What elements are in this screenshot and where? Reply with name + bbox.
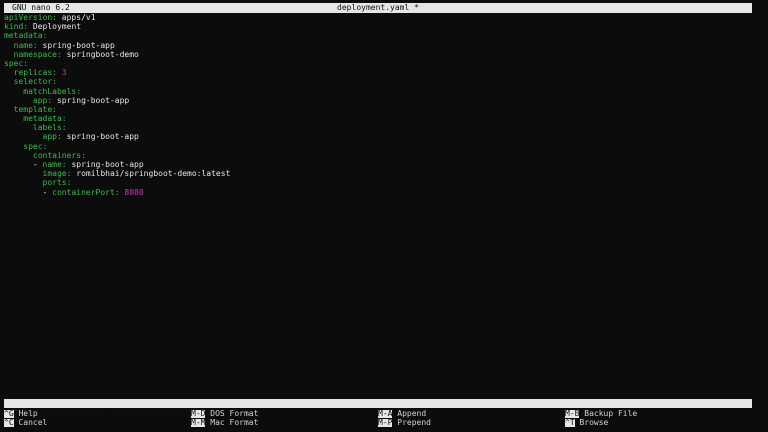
shortcut-dos-format[interactable]: M-D DOS Format [191,409,258,418]
code-line[interactable]: namespace: springboot-demo [4,50,752,59]
shortcut-row: ^C Cancel M-M Mac Format M-P Prepend ^T Bro… [4,418,764,427]
yaml-value: spring-boot-app [37,40,115,50]
code-line[interactable]: spec: [4,142,752,151]
shortcut-key: M-A [378,409,393,418]
yaml-key: app: [4,132,62,142]
code-line[interactable]: ports: [4,178,752,187]
shortcut-prepend[interactable]: M-P Prepend [378,418,431,427]
yaml-value: - [4,160,43,169]
yaml-key: apiVersion: [4,13,57,22]
shortcut-backup-file[interactable]: M-B Backup File [565,409,637,418]
yaml-value: spring-boot-app [52,95,130,105]
yaml-key: replicas: [4,68,57,78]
yaml-value: Deployment [28,22,82,32]
yaml-number: 3 [56,68,67,78]
yaml-value: romilbhai/springboot-demo:latest [71,169,231,179]
yaml-number: 8080 [119,187,144,197]
shortcut-key: M-D [191,409,206,418]
code-line[interactable]: template: [4,105,752,114]
shortcut-key: M-B [565,409,580,418]
shortcut-key: ^T [565,418,575,427]
shortcut-key: M-M [191,418,206,427]
yaml-key: metadata: [4,114,67,124]
code-line[interactable]: image: romilbhai/springboot-demo:latest [4,169,752,178]
yaml-key: spec: [4,141,48,151]
code-line[interactable]: selector: [4,77,752,86]
yaml-value: - [4,187,53,197]
editor-area[interactable]: apiVersion: apps/v1 kind: Deployment metad… [4,13,752,197]
code-line[interactable]: metadata: [4,114,752,123]
yaml-value: springboot-demo [61,49,139,59]
yaml-key: template: [4,104,57,114]
shortcut-label: Help [13,409,38,418]
file-title: deployment.yaml * [337,3,419,12]
code-line[interactable]: labels: [4,123,752,132]
yaml-key: spec: [4,58,29,68]
code-line[interactable]: - containerPort: 8080 [4,188,752,197]
yaml-key: app: [4,95,53,105]
code-line[interactable]: kind: Deployment [4,22,752,31]
shortcut-key: M-P [378,418,393,427]
yaml-value: apps/v1 [56,13,96,22]
code-line[interactable]: replicas: 3 [4,68,752,77]
yaml-key: metadata: [4,31,48,41]
yaml-key: kind: [4,22,29,32]
yaml-key: labels: [4,123,67,133]
shortcut-label: Prepend [392,418,431,427]
shortcut-label: Backup File [579,409,638,418]
shortcut-label: Mac Format [205,418,259,427]
save-prompt[interactable]: File Name to Write: deployment.yaml [4,399,752,417]
shortcut-key: ^G [4,409,14,418]
code-line[interactable]: app: spring-boot-app [4,132,752,141]
shortcut-cancel[interactable]: ^C Cancel [4,418,47,427]
shortcut-browse[interactable]: ^T Browse [565,418,608,427]
shortcut-append[interactable]: M-A Append [378,409,426,418]
yaml-key: matchLabels: [4,86,82,96]
shortcut-label: Append [392,409,427,418]
code-line[interactable]: matchLabels: [4,87,752,96]
shortcut-row: ^G Help M-D DOS Format M-A Append M-B Backu… [4,409,764,418]
yaml-value: spring-boot-app [61,132,139,142]
yaml-key: namespace: [4,49,62,59]
code-line[interactable]: metadata: [4,31,752,40]
yaml-key: name: [4,40,38,50]
code-line[interactable]: apiVersion: apps/v1 [4,13,752,22]
shortcut-mac-format[interactable]: M-M Mac Format [191,418,258,427]
code-line[interactable]: spec: [4,59,752,68]
code-line[interactable]: app: spring-boot-app [4,96,752,105]
code-line[interactable]: containers: [4,151,752,160]
shortcut-help[interactable]: ^G Help [4,409,38,418]
yaml-key: ports: [4,178,72,188]
shortcut-key: ^C [4,418,14,427]
yaml-value: spring-boot-app [66,160,144,169]
code-line[interactable]: name: spring-boot-app [4,41,752,50]
shortcut-bar: ^G Help M-D DOS Format M-A Append M-B Backu… [4,409,764,427]
yaml-key: image: [4,169,72,179]
shortcut-label: DOS Format [205,409,259,418]
yaml-key: name: [42,160,67,169]
shortcut-label: Browse [574,418,609,427]
yaml-key: containerPort: [52,187,120,197]
title-bar: GNU nano 6.2 deployment.yaml * [4,3,752,13]
yaml-key: selector: [4,77,57,87]
code-line[interactable]: - name: spring-boot-app [4,160,752,169]
yaml-key: containers: [4,150,86,160]
shortcut-label: Cancel [13,418,48,427]
